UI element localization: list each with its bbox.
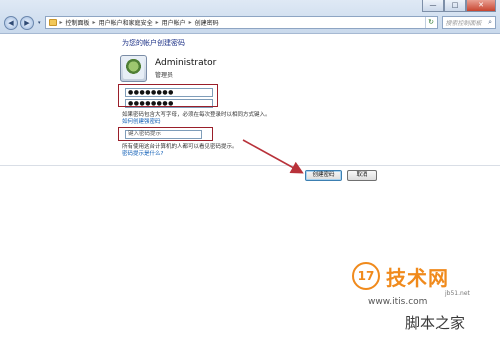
page-title: 为您的帐户创建密码 — [122, 39, 185, 47]
breadcrumb-separator: ▸ — [59, 19, 63, 26]
breadcrumb-separator: ▸ — [188, 19, 192, 26]
breadcrumb-separator: ▸ — [92, 19, 96, 26]
password-hint-help-link[interactable]: 密码提示是什么? — [122, 149, 163, 157]
window-title-bar: — □ ✕ ◀ ▶ ▾ ▸ 控制面板 ▸ 用户帐户和家庭安全 ▸ 用户帐户 ▸ … — [0, 0, 500, 34]
watermark-title: 技术网 — [386, 266, 449, 290]
watermark-badge: 17 — [352, 262, 380, 290]
window-controls: — □ ✕ — [422, 0, 496, 12]
search-icon[interactable]: ⌕ — [488, 18, 492, 27]
watermark-logo: 17 技术网 — [352, 260, 492, 300]
minimize-button[interactable]: — — [422, 0, 444, 12]
breadcrumb-user-accounts[interactable]: 用户帐户 — [162, 18, 186, 27]
user-avatar — [120, 55, 147, 82]
search-placeholder: 搜索控制面板 — [445, 20, 482, 27]
forward-button[interactable]: ▶ — [20, 15, 34, 30]
cancel-button[interactable]: 取消 — [347, 170, 377, 181]
breadcrumb-user-accounts-family-safety[interactable]: 用户帐户和家庭安全 — [99, 18, 153, 27]
breadcrumb-control-panel[interactable]: 控制面板 — [66, 18, 90, 27]
create-password-button[interactable]: 创建密码 — [305, 170, 342, 181]
breadcrumb-separator: ▸ — [155, 19, 159, 26]
strong-password-help-link[interactable]: 如何创建强密码 — [122, 117, 161, 125]
back-button[interactable]: ◀ — [4, 15, 18, 30]
watermark-url: jb51.net — [445, 290, 470, 297]
maximize-button[interactable]: □ — [444, 0, 466, 12]
account-username: Administrator — [155, 58, 217, 68]
account-role: 管理员 — [155, 72, 174, 79]
close-button[interactable]: ✕ — [466, 0, 496, 12]
refresh-icon[interactable]: ↻ — [424, 17, 437, 28]
hint-highlight-box — [118, 127, 213, 141]
password-highlight-box — [118, 84, 218, 107]
watermark-brand: 脚本之家 — [405, 314, 466, 332]
navigation-bar: ◀ ▶ ▾ ▸ 控制面板 ▸ 用户帐户和家庭安全 ▸ 用户帐户 ▸ 创建密码 ↻… — [4, 14, 496, 31]
content-divider — [0, 165, 500, 166]
address-bar[interactable]: ▸ 控制面板 ▸ 用户帐户和家庭安全 ▸ 用户帐户 ▸ 创建密码 ↻ — [44, 16, 438, 29]
watermark-site: www.itis.com — [368, 297, 428, 307]
recent-pages-dropdown-icon[interactable]: ▾ — [38, 20, 41, 26]
breadcrumb-create-password[interactable]: 创建密码 — [195, 18, 219, 27]
user-picture-icon — [123, 58, 144, 79]
search-box[interactable]: 搜索控制面板 ⌕ — [441, 16, 496, 29]
control-panel-folder-icon — [48, 19, 57, 26]
